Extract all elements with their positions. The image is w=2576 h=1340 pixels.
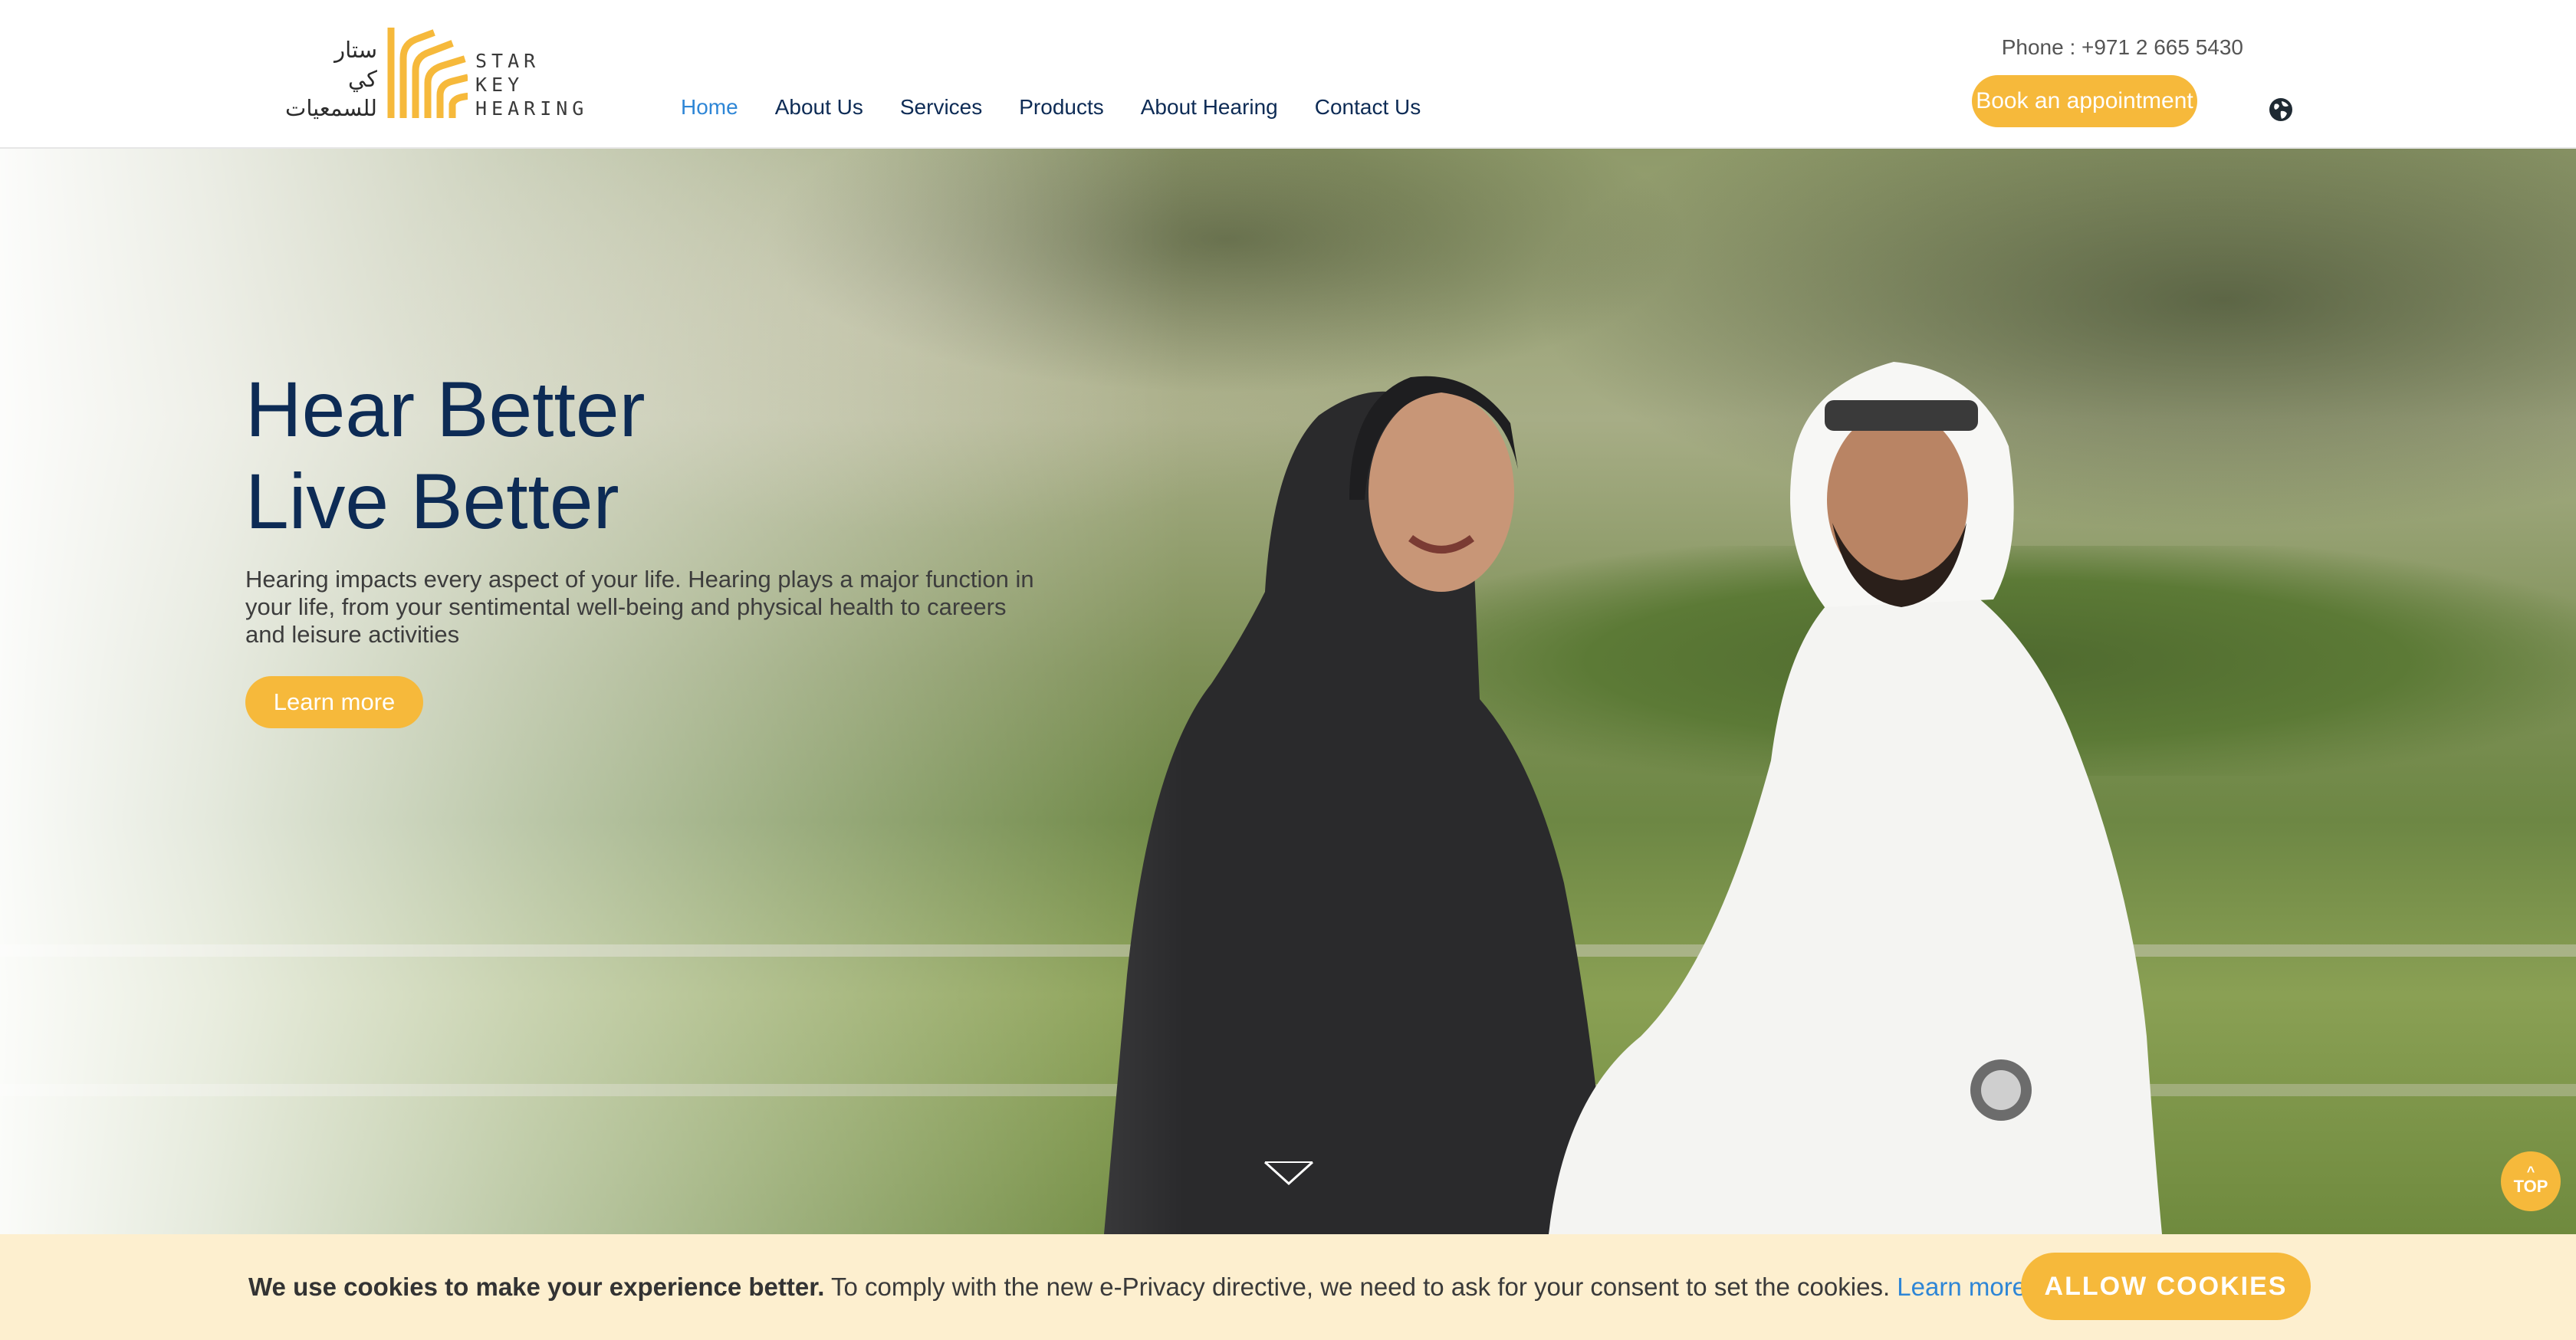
main-nav: Home About Us Services Products About He… — [681, 95, 1421, 120]
logo-word: HEARING — [475, 97, 589, 120]
chevron-down-icon[interactable] — [1262, 1158, 1316, 1188]
back-to-top-label: TOP — [2513, 1177, 2548, 1196]
cookie-message-bold: We use cookies to make your experience b… — [248, 1273, 825, 1301]
logo[interactable]: ستار كي للسمعيات STAR KEY HEARING — [268, 28, 583, 123]
nav-item-about-hearing[interactable]: About Hearing — [1141, 95, 1278, 120]
book-appointment-button[interactable]: Book an appointment — [1972, 75, 2197, 127]
hero-title-line: Live Better — [245, 458, 619, 545]
logo-mark-icon — [387, 28, 468, 118]
cookie-message-body: To comply with the new e-Privacy directi… — [824, 1273, 1898, 1301]
cookie-message: We use cookies to make your experience b… — [248, 1273, 2033, 1302]
logo-arabic-line: كي — [348, 66, 377, 92]
logo-arabic-line: للسمعيات — [285, 95, 377, 121]
logo-arabic-text: ستار كي للسمعيات — [268, 35, 377, 123]
nav-item-services[interactable]: Services — [900, 95, 982, 120]
cookie-banner: We use cookies to make your experience b… — [0, 1234, 2576, 1340]
nav-item-products[interactable]: Products — [1019, 95, 1104, 120]
back-to-top-button[interactable]: ^ TOP — [2501, 1151, 2561, 1211]
nav-item-home[interactable]: Home — [681, 95, 738, 120]
allow-cookies-button[interactable]: ALLOW COOKIES — [2021, 1253, 2311, 1320]
hero-description: Hearing impacts every aspect of your lif… — [245, 566, 1034, 648]
cookie-learn-more-link[interactable]: Learn more — [1897, 1273, 2026, 1301]
phone-number: Phone : +971 2 665 5430 — [2001, 35, 2243, 59]
logo-wordmark: STAR KEY HEARING — [475, 49, 588, 120]
nav-item-contact-us[interactable]: Contact Us — [1315, 95, 1421, 120]
chevron-up-icon: ^ — [2526, 1164, 2535, 1179]
nav-item-about-us[interactable]: About Us — [775, 95, 863, 120]
site-header: ستار كي للسمعيات STAR KEY HEARING Home A… — [0, 0, 2576, 149]
learn-more-button[interactable]: Learn more — [245, 676, 423, 728]
globe-icon[interactable] — [2268, 97, 2294, 123]
logo-arabic-line: ستار — [334, 37, 377, 63]
hero-title-line: Hear Better — [245, 366, 646, 453]
hero-content: Hear Better Live Better Hearing impacts … — [245, 363, 1089, 728]
logo-word: STAR — [475, 50, 540, 72]
hero-title: Hear Better Live Better — [245, 363, 1089, 547]
hero-banner: Hear Better Live Better Hearing impacts … — [0, 147, 2576, 1234]
logo-word: KEY — [475, 74, 524, 96]
